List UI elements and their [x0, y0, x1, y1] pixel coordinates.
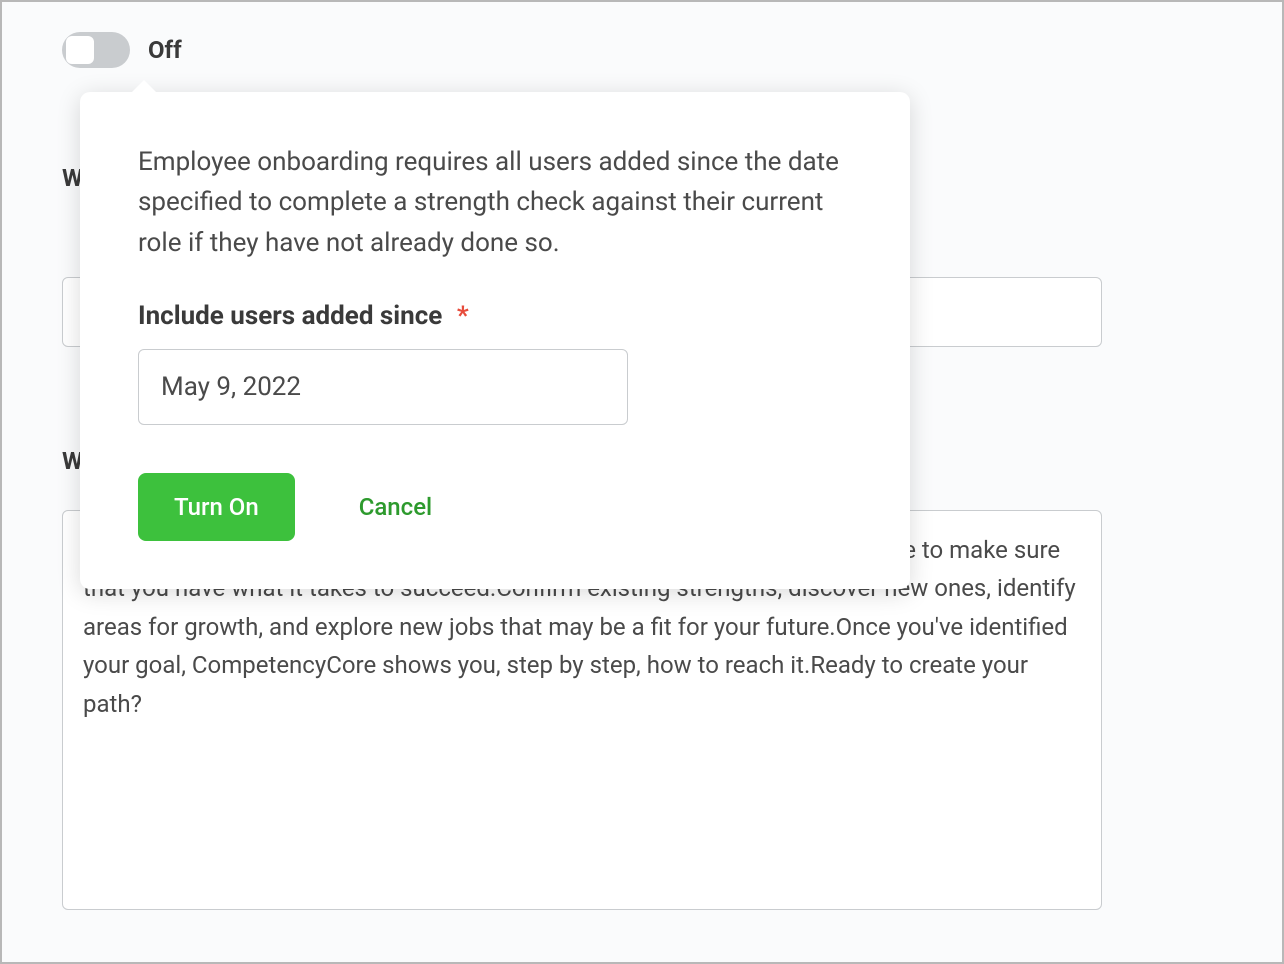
toggle-row: Off — [62, 32, 1222, 68]
include-users-date-input[interactable] — [138, 349, 628, 425]
toggle-state-label: Off — [148, 36, 182, 64]
popover-actions: Turn On Cancel — [138, 473, 852, 541]
required-indicator: * — [457, 301, 469, 331]
turn-on-button[interactable]: Turn On — [138, 473, 295, 541]
onboarding-toggle[interactable] — [62, 32, 130, 68]
date-field-label-text: Include users added since — [138, 301, 442, 331]
toggle-knob — [66, 36, 94, 64]
cancel-button[interactable]: Cancel — [359, 493, 432, 521]
onboarding-popover: Employee onboarding requires all users a… — [80, 92, 910, 589]
date-field-label: Include users added since * — [138, 301, 852, 331]
settings-container: Off W W Employee onboarding requires all… — [2, 2, 1282, 128]
popover-description: Employee onboarding requires all users a… — [138, 142, 852, 263]
